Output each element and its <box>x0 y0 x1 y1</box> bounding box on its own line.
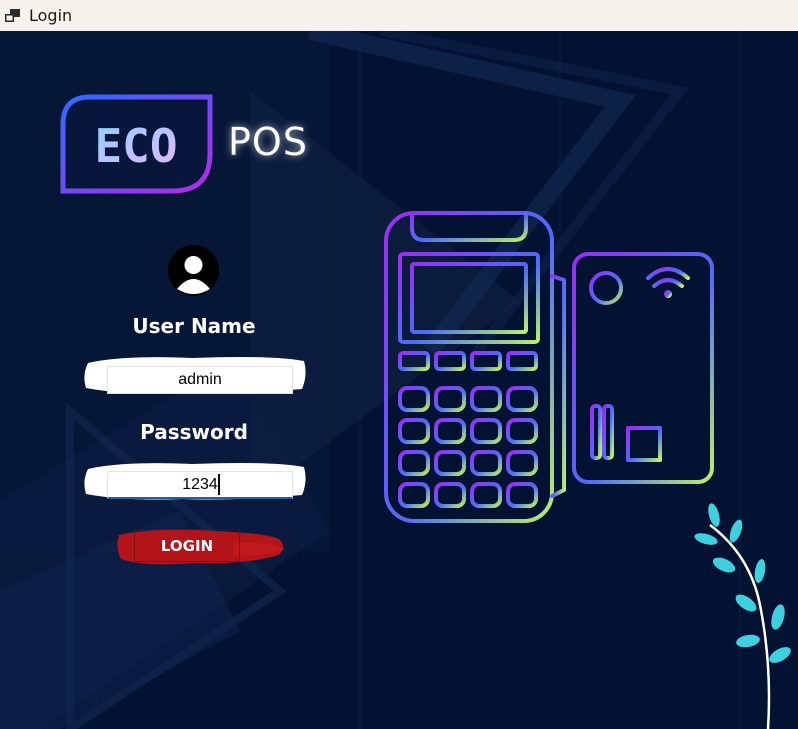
password-input[interactable] <box>107 471 293 499</box>
username-input[interactable] <box>107 366 293 394</box>
pos-terminal-icon <box>384 211 714 523</box>
login-window: Login ECO POS User Name admin Password 1… <box>0 0 798 729</box>
text-caret <box>218 474 220 495</box>
logo-pos-text: POS <box>228 120 308 164</box>
username-label: User Name <box>132 314 256 338</box>
logo-badge-text: ECO <box>94 119 177 173</box>
title-bar: Login <box>0 0 798 31</box>
login-button[interactable]: LOGIN <box>134 529 240 562</box>
app-window-icon <box>5 9 20 22</box>
user-avatar-icon <box>168 245 219 296</box>
eco-logo-icon: ECO <box>60 94 213 194</box>
password-label: Password <box>140 420 248 444</box>
plant-leaves-icon <box>694 503 791 729</box>
window-title: Login <box>29 6 73 25</box>
